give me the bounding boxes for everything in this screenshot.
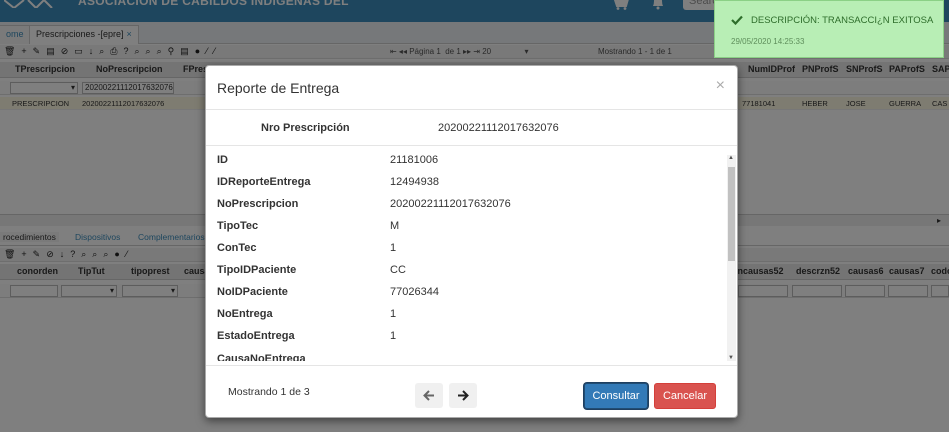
modal-footer: Mostrando 1 de 3 Consultar Cancelar xyxy=(206,365,737,417)
detail-value: 1 xyxy=(390,242,397,254)
previous-record-button[interactable] xyxy=(415,383,443,408)
detail-value: M xyxy=(390,220,400,232)
modal-header: Reporte de Entrega × xyxy=(206,66,737,110)
detail-row-contec: ConTec 1 xyxy=(206,239,726,261)
detail-row-id: ID 21181006 xyxy=(206,151,726,173)
detail-value: 21181006 xyxy=(390,154,439,166)
nro-prescripcion-value: 20200221112017632076 xyxy=(438,122,559,134)
detail-row-noidpaciente: NoIDPaciente 77026344 xyxy=(206,283,726,305)
detail-label: TipoIDPaciente xyxy=(217,264,297,276)
toast-message: DESCRIPCIÓN: TRANSACCI¿N EXITOSA xyxy=(751,15,934,26)
detail-label: NoEntrega xyxy=(217,308,273,320)
cancelar-button[interactable]: Cancelar xyxy=(654,383,716,409)
detail-row-noentrega: NoEntrega 1 xyxy=(206,305,726,327)
scroll-down-icon[interactable]: ▼ xyxy=(728,355,734,361)
detail-row-tipotec: TipoTec M xyxy=(206,217,726,239)
detail-label: ConTec xyxy=(217,242,257,254)
modal-title: Reporte de Entrega xyxy=(217,80,340,96)
arrow-right-icon xyxy=(458,390,469,401)
detail-value: 1 xyxy=(390,330,397,342)
detail-label: IDReporteEntrega xyxy=(217,176,311,188)
detail-label: NoIDPaciente xyxy=(217,286,288,298)
detail-row-causanoentrega: CausaNoEntrega xyxy=(206,350,726,361)
detail-row-noprescripcion: NoPrescripcion 20200221112017632076 xyxy=(206,195,726,217)
detail-value: 20200221112017632076 xyxy=(390,198,511,210)
record-counter: Mostrando 1 de 3 xyxy=(228,386,310,398)
nro-prescripcion-label: Nro Prescripción xyxy=(261,122,350,134)
success-toast[interactable]: DESCRIPCIÓN: TRANSACCI¿N EXITOSA 29/05/2… xyxy=(714,0,944,58)
detail-label: TipoTec xyxy=(217,220,259,232)
detail-label: NoPrescripcion xyxy=(217,198,299,210)
detail-value: CC xyxy=(390,264,406,276)
consultar-button[interactable]: Consultar xyxy=(584,383,648,409)
detail-row-tipoidpaciente: TipoIDPaciente CC xyxy=(206,261,726,283)
scroll-up-icon[interactable]: ▲ xyxy=(728,155,734,161)
detail-value: 77026344 xyxy=(390,286,439,298)
detail-row-estadoentrega: EstadoEntrega 1 xyxy=(206,327,726,349)
detail-scrollbar[interactable]: ▲ ▼ xyxy=(727,155,736,361)
detail-value: 1 xyxy=(390,308,397,320)
scrollbar-thumb[interactable] xyxy=(728,167,735,261)
detail-label: CausaNoEntrega xyxy=(217,353,306,361)
next-record-button[interactable] xyxy=(449,383,477,408)
nro-prescripcion-row: Nro Prescripción 20200221112017632076 xyxy=(206,110,737,146)
close-icon[interactable]: × xyxy=(716,77,725,95)
arrow-left-icon xyxy=(423,390,434,401)
reporte-entrega-modal: Reporte de Entrega × Nro Prescripción 20… xyxy=(205,65,738,418)
detail-row-idreporteentrega: IDReporteEntrega 12494938 xyxy=(206,173,726,195)
check-icon xyxy=(731,15,743,25)
detail-label: EstadoEntrega xyxy=(217,330,295,342)
detail-list[interactable]: ID 21181006 IDReporteEntrega 12494938 NoPr… xyxy=(206,151,737,361)
toast-timestamp: 29/05/2020 14:25:33 xyxy=(731,37,805,46)
detail-value: 12494938 xyxy=(390,176,439,188)
detail-label: ID xyxy=(217,154,228,166)
